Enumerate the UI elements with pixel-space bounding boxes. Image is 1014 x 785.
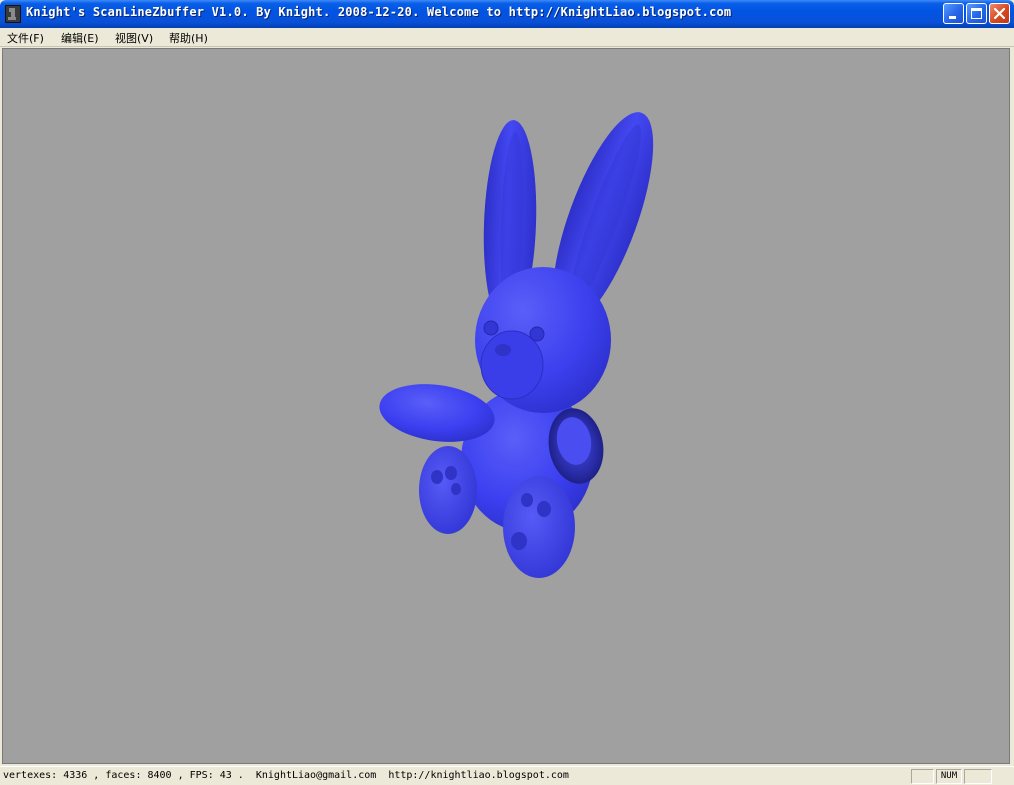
maximize-icon — [971, 8, 982, 19]
status-pane-empty — [911, 769, 934, 784]
bunny-model — [379, 112, 654, 578]
close-button[interactable] — [989, 3, 1010, 24]
menu-edit[interactable]: 编辑(E) — [61, 30, 99, 46]
status-text: vertexes: 4336 , faces: 8400 , FPS: 43 .… — [3, 770, 569, 781]
menu-view[interactable]: 视图(V) — [115, 30, 153, 46]
render-viewport[interactable] — [2, 48, 1010, 764]
window-title: Knight's ScanLineZbuffer V1.0. By Knight… — [26, 5, 732, 19]
close-icon — [993, 7, 1006, 20]
status-bar: vertexes: 4336 , faces: 8400 , FPS: 43 .… — [0, 766, 1014, 785]
minimize-icon — [949, 16, 956, 19]
menu-help[interactable]: 帮助(H) — [169, 30, 208, 46]
title-bar[interactable]: Knight's ScanLineZbuffer V1.0. By Knight… — [0, 0, 1014, 28]
menu-file[interactable]: 文件(F) — [7, 30, 44, 46]
status-pane-num: NUM — [936, 769, 962, 784]
menu-bar: 文件(F) 编辑(E) 视图(V) 帮助(H) — [0, 28, 1014, 47]
status-pane-scroll — [964, 769, 992, 784]
maximize-button[interactable] — [966, 3, 987, 24]
knight-chess-icon[interactable] — [5, 5, 21, 23]
minimize-button[interactable] — [943, 3, 964, 24]
